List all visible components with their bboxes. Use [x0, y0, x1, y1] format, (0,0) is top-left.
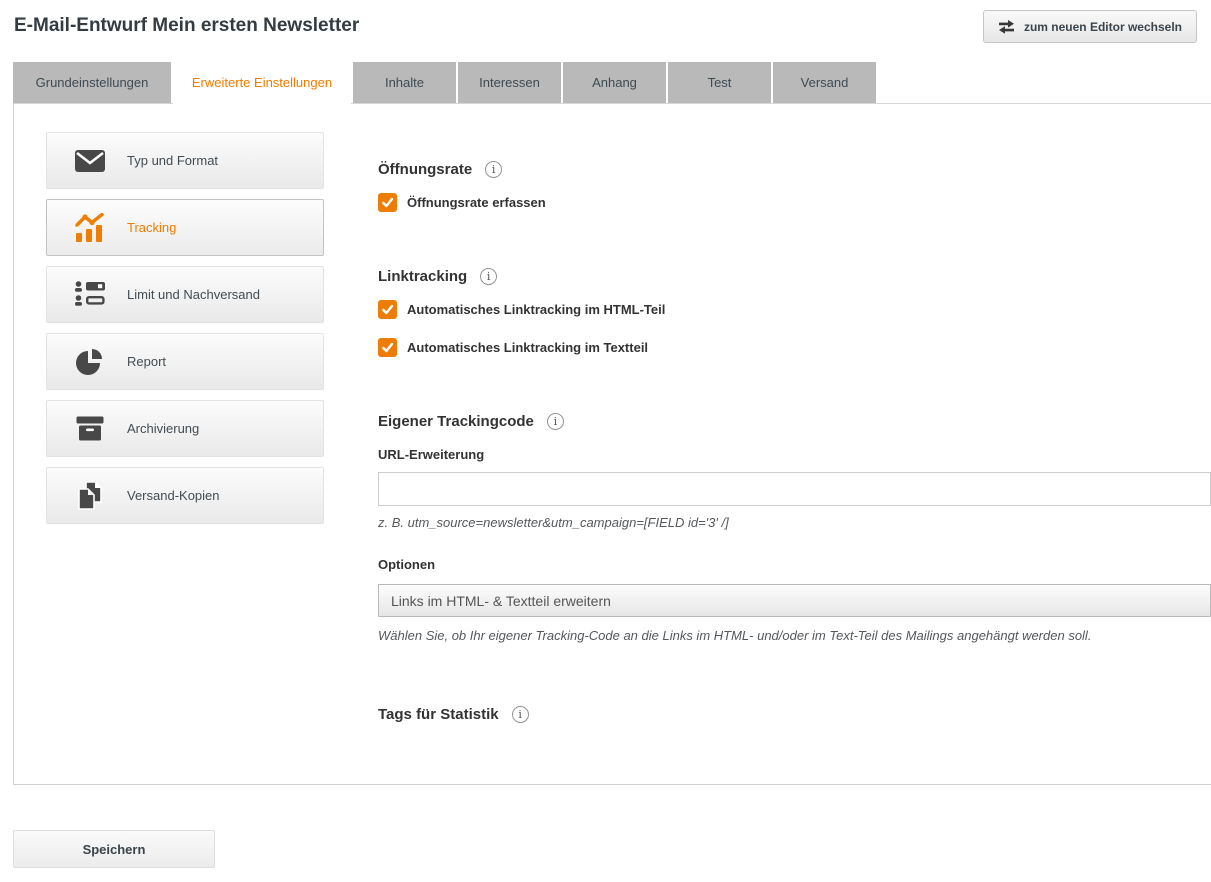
settings-panel: Typ und Format Tracking [13, 103, 1211, 785]
sidebar-item-typ-und-format[interactable]: Typ und Format [46, 132, 324, 189]
checkbox-linktracking-html[interactable] [378, 300, 397, 319]
copies-icon [73, 481, 107, 510]
sidebar-item-label: Tracking [127, 220, 176, 235]
section-eigener-trackingcode: Eigener Trackingcode i URL-Erweiterung z… [378, 413, 1211, 643]
users-limit-icon [73, 281, 107, 308]
sidebar-item-tracking[interactable]: Tracking [46, 199, 324, 256]
bar-chart-icon [73, 213, 107, 242]
optionen-label: Optionen [378, 557, 1211, 572]
envelope-icon [73, 150, 107, 172]
section-heading: Öffnungsrate [378, 161, 472, 178]
sidebar-item-label: Limit und Nachversand [127, 287, 260, 302]
sidebar-item-label: Versand-Kopien [127, 488, 220, 503]
tab-grundeinstellungen[interactable]: Grundeinstellungen [13, 62, 171, 103]
info-icon-linktracking[interactable]: i [480, 268, 497, 285]
tab-versand[interactable]: Versand [773, 62, 876, 103]
tab-erweiterte-einstellungen[interactable]: Erweiterte Einstellungen [173, 62, 351, 104]
tab-bar: Grundeinstellungen Erweiterte Einstellun… [13, 62, 1211, 103]
optionen-select-value: Links im HTML- & Textteil erweitern [391, 593, 611, 609]
checkbox-oeffnungsrate-erfassen[interactable] [378, 193, 397, 212]
tab-interessen[interactable]: Interessen [458, 62, 561, 103]
checkbox-label: Öffnungsrate erfassen [407, 195, 546, 210]
tracking-settings-content: Öffnungsrate i Öffnungsrate erfassen Lin… [378, 104, 1211, 784]
section-heading: Eigener Trackingcode [378, 413, 534, 430]
section-heading: Linktracking [378, 268, 467, 285]
optionen-select[interactable]: Links im HTML- & Textteil erweitern [378, 584, 1211, 617]
checkbox-row-linktracking-text[interactable]: Automatisches Linktracking im Textteil [378, 338, 1211, 357]
sidebar-item-versand-kopien[interactable]: Versand-Kopien [46, 467, 324, 524]
info-icon-tags[interactable]: i [512, 706, 529, 723]
section-oeffnungsrate: Öffnungsrate i Öffnungsrate erfassen [378, 161, 1211, 212]
settings-sidebar: Typ und Format Tracking [46, 132, 324, 784]
section-tags-fuer-statistik: Tags für Statistik i [378, 706, 1211, 782]
section-linktracking: Linktracking i Automatisches Linktrackin… [378, 268, 1211, 357]
url-erweiterung-input[interactable] [378, 472, 1211, 506]
sidebar-item-label: Archivierung [127, 421, 199, 436]
sidebar-item-limit-und-nachversand[interactable]: Limit und Nachversand [46, 266, 324, 323]
url-erweiterung-label: URL-Erweiterung [378, 447, 1211, 462]
info-icon-trackingcode[interactable]: i [547, 413, 564, 430]
checkbox-linktracking-text[interactable] [378, 338, 397, 357]
sidebar-item-report[interactable]: Report [46, 333, 324, 390]
switch-editor-button[interactable]: zum neuen Editor wechseln [983, 10, 1197, 43]
info-icon-oeffnungsrate[interactable]: i [485, 161, 502, 178]
checkbox-row-linktracking-html[interactable]: Automatisches Linktracking im HTML-Teil [378, 300, 1211, 319]
checkbox-label: Automatisches Linktracking im Textteil [407, 340, 648, 355]
save-button[interactable]: Speichern [13, 830, 215, 868]
swap-arrows-icon [998, 20, 1015, 34]
pie-chart-icon [73, 348, 107, 376]
checkbox-label: Automatisches Linktracking im HTML-Teil [407, 302, 665, 317]
tab-anhang[interactable]: Anhang [563, 62, 666, 103]
archive-box-icon [73, 416, 107, 441]
sidebar-item-label: Report [127, 354, 166, 369]
sidebar-item-label: Typ und Format [127, 153, 218, 168]
optionen-hint: Wählen Sie, ob Ihr eigener Tracking-Code… [378, 628, 1211, 643]
top-bar: E-Mail-Entwurf Mein ersten Newsletter zu… [0, 0, 1211, 62]
url-erweiterung-hint: z. B. utm_source=newsletter&utm_campaign… [378, 515, 1211, 530]
switch-editor-label: zum neuen Editor wechseln [1024, 20, 1182, 34]
checkbox-row-oeffnungsrate-erfassen[interactable]: Öffnungsrate erfassen [378, 193, 1211, 212]
tab-test[interactable]: Test [668, 62, 771, 103]
tab-inhalte[interactable]: Inhalte [353, 62, 456, 103]
sidebar-item-archivierung[interactable]: Archivierung [46, 400, 324, 457]
section-heading: Tags für Statistik [378, 706, 499, 723]
